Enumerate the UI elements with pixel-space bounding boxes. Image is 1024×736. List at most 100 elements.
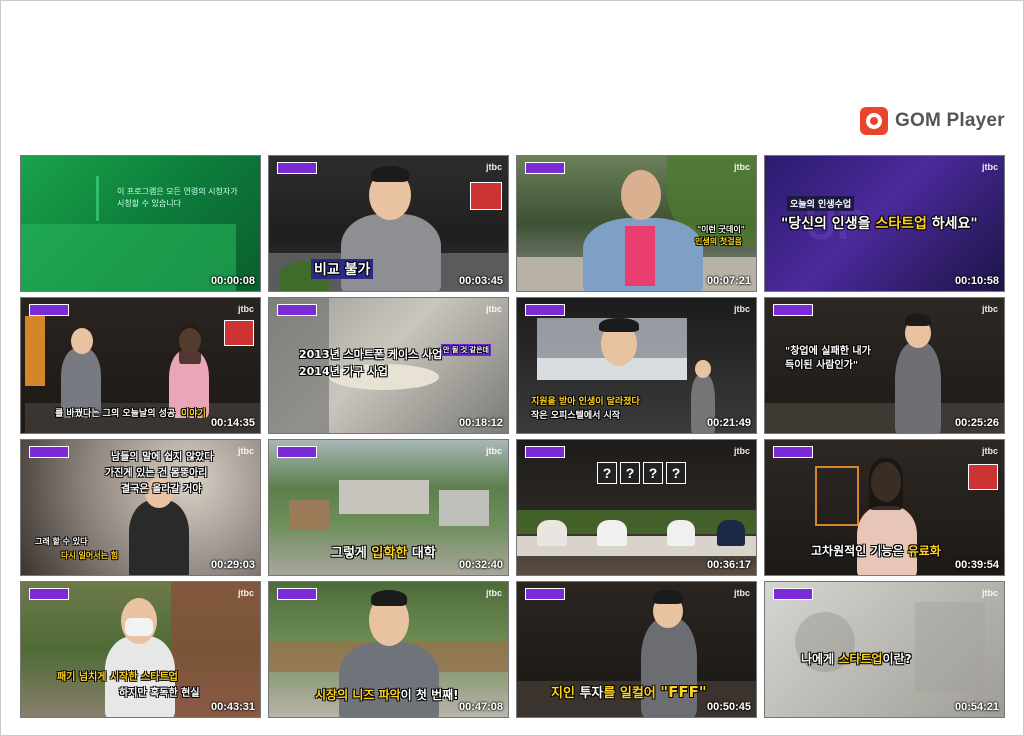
caption: 그래 할 수 있다 (35, 537, 88, 546)
timestamp: 00:14:35 (210, 417, 255, 429)
caption: 투자 (579, 686, 604, 701)
caption: 스타트업 (875, 216, 927, 232)
channel-logo: jtbc (237, 304, 254, 314)
caption: "창업에 실패한 내가 (785, 346, 871, 357)
thumbnail-1[interactable]: 이 프로그램은 모든 연령의 시청자가 시청할 수 있습니다 00:00:08 (20, 155, 261, 292)
caption: 결국은 올라갈 거야 (121, 484, 202, 495)
logo-text: GOM Player (895, 110, 1005, 131)
timestamp: 00:47:08 (458, 701, 503, 713)
program-badge (525, 588, 565, 600)
thumbnail-15[interactable]: jtbc 지인 투자를 일컬어 "FFF" 00:50:45 (516, 581, 757, 718)
program-badge (773, 588, 813, 600)
caption: 그렇게 (331, 546, 372, 561)
timestamp: 00:07:21 (706, 275, 751, 287)
caption: 득이된 사람인가" (785, 360, 859, 371)
channel-logo: jtbc (485, 446, 502, 456)
caption: "FFF" (660, 683, 707, 701)
channel-logo: jtbc (237, 588, 254, 598)
timestamp: 00:36:17 (706, 559, 751, 571)
channel-logo: jtbc (485, 162, 502, 172)
caption: 지원을 받아 인생이 달라졌다 (531, 397, 640, 407)
timestamp: 00:21:49 (706, 417, 751, 429)
caption: 인생의 첫걸음 (695, 237, 742, 246)
channel-logo: jtbc (981, 162, 998, 172)
question-box: ? (620, 462, 640, 484)
caption: 니즈 파악 (352, 688, 401, 702)
program-badge (525, 162, 565, 174)
caption: 다시 일어서는 힘 (61, 551, 119, 560)
channel-logo: jtbc (733, 446, 750, 456)
caption: 하세요" (926, 216, 978, 232)
channel-logo: jtbc (981, 588, 998, 598)
caption: 이란? (882, 652, 912, 666)
channel-logo: jtbc (485, 304, 502, 314)
gom-player-logo: GOM Player (860, 106, 1005, 136)
question-box: ? (643, 462, 663, 484)
timestamp: 00:54:21 (954, 701, 999, 713)
program-badge (277, 588, 317, 600)
caption: 안 될 것 같은데 (441, 344, 491, 356)
caption: 나에게 (801, 652, 839, 666)
thumbnail-2[interactable]: jtbc 비교 불가 00:03:45 (268, 155, 509, 292)
caption: 를 바꿨다는 그의 오늘날의 성공 (55, 409, 176, 419)
caption: 작은 오피스텔에서 시작 (531, 411, 621, 421)
caption: 고차원적인 기능 (811, 544, 893, 558)
caption: 2013년 스마트폰 케이스 사업 (299, 348, 443, 361)
caption: 스타트업 (838, 652, 883, 666)
timestamp: 00:50:45 (706, 701, 751, 713)
thumbnail-3[interactable]: jtbc "이런 굿데이" 인생의 첫걸음 00:07:21 (516, 155, 757, 292)
timestamp: 00:25:26 (954, 417, 999, 429)
channel-logo: jtbc (733, 304, 750, 314)
program-badge (277, 162, 317, 174)
thumbnail-7[interactable]: jtbc 지원을 받아 인생이 달라졌다 작은 오피스텔에서 시작 00:21:… (516, 297, 757, 434)
timestamp: 00:18:12 (458, 417, 503, 429)
thumbnail-4[interactable]: UP jtbc 오늘의 인생수업 "당신의 인생을 스타트업 하세요" 00:1… (764, 155, 1005, 292)
thumbnail-14[interactable]: jtbc 시장의 니즈 파악이 첫 번째! 00:47:08 (268, 581, 509, 718)
program-badge (773, 304, 813, 316)
caption: 2014년 가구 사업 (299, 365, 388, 378)
thumbnail-10[interactable]: jtbc 그렇게 입학한 대학 00:32:40 (268, 439, 509, 576)
caption: 이 프로그램은 모든 연령의 시청자가 (117, 187, 238, 196)
timestamp: 00:10:58 (954, 275, 999, 287)
channel-logo: jtbc (733, 588, 750, 598)
thumbnail-11[interactable]: jtbc ???? 00:36:17 (516, 439, 757, 576)
timestamp: 00:00:08 (210, 275, 255, 287)
program-badge (29, 304, 69, 316)
caption: "당신의 인생을 (781, 216, 876, 232)
timestamp: 00:29:03 (210, 559, 255, 571)
caption: 비교 불가 (311, 259, 374, 279)
thumbnail-6[interactable]: jtbc 2013년 스마트폰 케이스 사업 2014년 가구 사업 안 될 것… (268, 297, 509, 434)
thumbnail-12[interactable]: jtbc 고차원적인 기능은 유료화 00:39:54 (764, 439, 1005, 576)
thumbnail-8[interactable]: jtbc "창업에 실패한 내가 득이된 사람인가" 00:25:26 (764, 297, 1005, 434)
channel-logo: jtbc (981, 304, 998, 314)
program-badge (277, 446, 317, 458)
timestamp: 00:39:54 (954, 559, 999, 571)
caption: "이런 굿데이" (697, 225, 745, 234)
caption: 하지만 혹독한 현실 (119, 688, 200, 699)
caption: 가진게 있는 건 몸뚱아리 (105, 468, 208, 479)
channel-logo: jtbc (733, 162, 750, 172)
channel-logo: jtbc (981, 446, 998, 456)
thumbnail-grid: 이 프로그램은 모든 연령의 시청자가 시청할 수 있습니다 00:00:08 … (20, 155, 1006, 718)
caption: 오늘의 인생수업 (787, 196, 855, 211)
channel-logo: jtbc (237, 446, 254, 456)
question-box: ? (597, 462, 617, 484)
caption: 은 (892, 544, 908, 558)
program-badge (525, 446, 565, 458)
caption: 이야기 (181, 409, 206, 419)
caption: 남들의 말에 쉽지 않았다 (111, 452, 214, 463)
gom-logo-icon (860, 107, 888, 135)
caption: 시장의 (315, 688, 353, 702)
thumbnail-16[interactable]: jtbc 나에게 스타트업이란? 00:54:21 (764, 581, 1005, 718)
caption: 대학 (407, 546, 436, 561)
program-badge (525, 304, 565, 316)
thumbnail-13[interactable]: jtbc 패기 넘치게 시작한 스타트업 하지만 혹독한 현실 00:43:31 (20, 581, 261, 718)
thumbnail-9[interactable]: jtbc 남들의 말에 쉽지 않았다 가진게 있는 건 몸뚱아리 결국은 올라갈… (20, 439, 261, 576)
timestamp: 00:32:40 (458, 559, 503, 571)
timestamp: 00:43:31 (210, 701, 255, 713)
timestamp: 00:03:45 (458, 275, 503, 287)
program-badge (277, 304, 317, 316)
thumbnail-5[interactable]: jtbc 를 바꿨다는 그의 오늘날의 성공 이야기 00:14:35 (20, 297, 261, 434)
caption: 유료화 (907, 544, 941, 558)
caption: 지인 (551, 686, 580, 701)
